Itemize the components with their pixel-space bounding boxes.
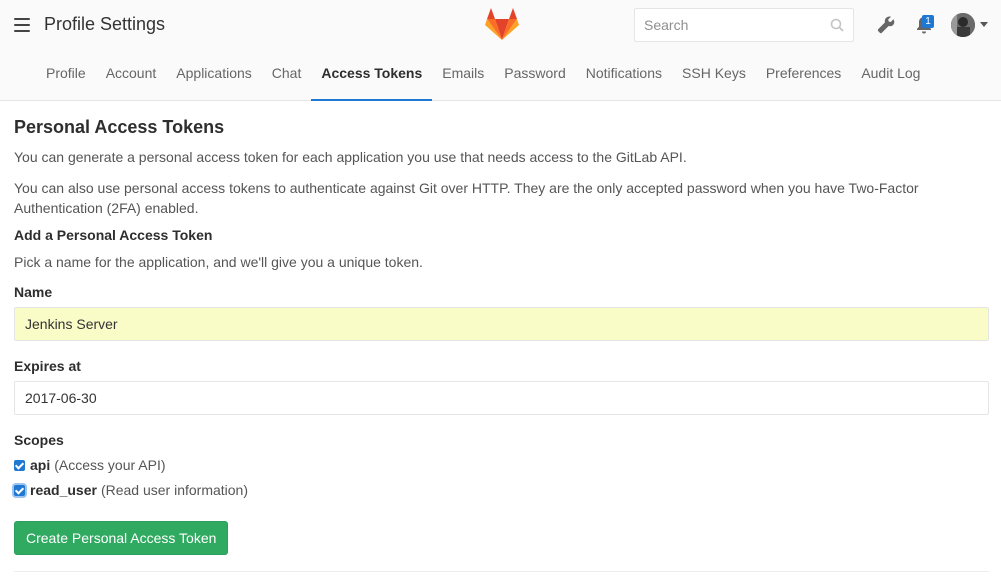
gitlab-logo[interactable] xyxy=(484,7,520,43)
search-icon xyxy=(830,18,844,32)
settings-tabs: Profile Account Applications Chat Access… xyxy=(36,56,930,101)
scope-name: api xyxy=(30,457,51,473)
top-header: Profile Settings 1 Profile Acco xyxy=(0,0,1001,101)
divider xyxy=(14,571,989,572)
wrench-icon[interactable] xyxy=(876,15,896,35)
tab-ssh-keys[interactable]: SSH Keys xyxy=(672,56,756,101)
token-name-input[interactable] xyxy=(14,307,989,341)
caret-down-icon[interactable] xyxy=(980,22,988,27)
tab-password[interactable]: Password xyxy=(494,56,575,101)
todo-count-badge: 1 xyxy=(922,15,934,28)
tab-chat[interactable]: Chat xyxy=(262,56,312,101)
hamburger-icon[interactable] xyxy=(14,18,30,32)
tab-account[interactable]: Account xyxy=(96,56,167,101)
intro-text-2: You can also use personal access tokens … xyxy=(14,178,989,218)
checkbox-checked-icon[interactable] xyxy=(14,484,25,496)
tab-preferences[interactable]: Preferences xyxy=(756,56,851,101)
search-input[interactable] xyxy=(635,9,815,41)
add-token-hint: Pick a name for the application, and we'… xyxy=(14,254,423,270)
expires-label: Expires at xyxy=(14,358,81,374)
create-token-button[interactable]: Create Personal Access Token xyxy=(14,521,229,555)
intro-text-2-line2: Authentication (2FA) enabled. xyxy=(14,200,199,216)
checkbox-checked-icon[interactable] xyxy=(14,459,25,471)
tab-emails[interactable]: Emails xyxy=(432,56,494,101)
name-label: Name xyxy=(14,284,53,300)
tab-profile[interactable]: Profile xyxy=(36,56,96,101)
scope-api[interactable]: api (Access your API) xyxy=(14,457,166,473)
add-token-heading: Add a Personal Access Token xyxy=(14,227,213,243)
intro-text: You can generate a personal access token… xyxy=(14,149,687,165)
page-title: Profile Settings xyxy=(44,14,166,34)
avatar[interactable] xyxy=(951,13,975,37)
scopes-label: Scopes xyxy=(14,432,64,448)
search-box[interactable] xyxy=(634,8,854,42)
scope-name: read_user xyxy=(30,482,97,498)
tab-notifications[interactable]: Notifications xyxy=(576,56,672,101)
section-title: Personal Access Tokens xyxy=(14,117,225,137)
scope-description: (Read user information) xyxy=(100,482,248,498)
scope-read-user[interactable]: read_user (Read user information) xyxy=(14,482,248,498)
tab-access-tokens[interactable]: Access Tokens xyxy=(311,56,433,101)
tab-audit-log[interactable]: Audit Log xyxy=(851,56,930,101)
expires-at-input[interactable] xyxy=(14,381,989,415)
intro-text-2-line1: You can also use personal access tokens … xyxy=(14,180,919,196)
scope-description: (Access your API) xyxy=(54,457,166,473)
tab-applications[interactable]: Applications xyxy=(166,56,262,101)
